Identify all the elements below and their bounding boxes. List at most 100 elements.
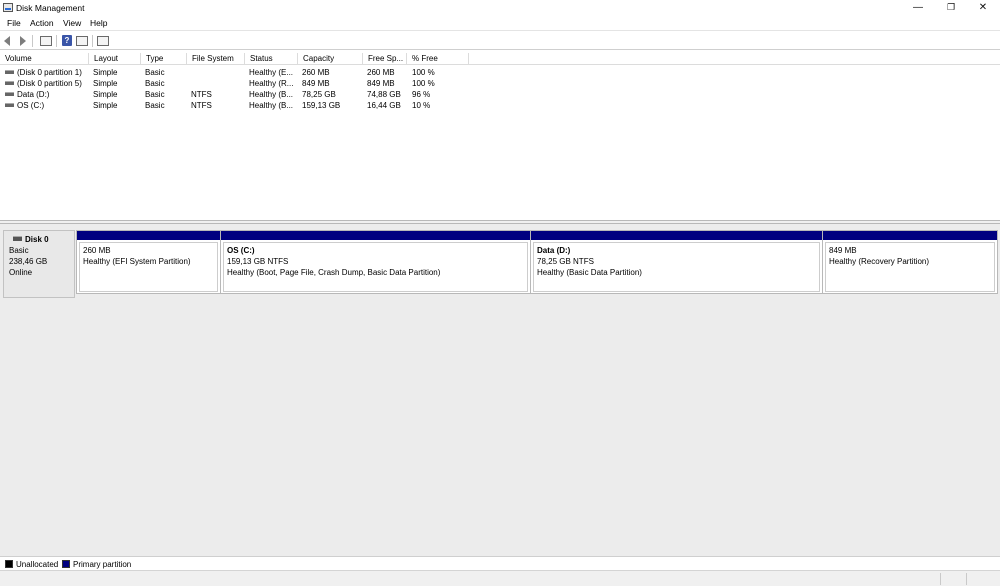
partition-size: 849 MB (829, 246, 857, 255)
disk-name-line: Disk 0 (9, 234, 74, 245)
col-status[interactable]: Status (245, 53, 298, 65)
col-type[interactable]: Type (141, 53, 187, 65)
col-volume[interactable]: Volume (0, 53, 89, 65)
volume-icon (5, 92, 14, 96)
volume-name-text: (Disk 0 partition 5) (17, 79, 82, 88)
primary-partition-bar (221, 231, 530, 240)
status-bar (0, 570, 1000, 586)
back-arrow-icon[interactable] (4, 36, 10, 46)
partition-size: 159,13 GB NTFS (227, 257, 289, 266)
status-bar-separator (966, 573, 967, 585)
help-icon[interactable]: ? (62, 35, 72, 46)
volume-list-header: Volume Layout Type File System Status Ca… (0, 53, 1000, 65)
col-capacity[interactable]: Capacity (298, 53, 363, 65)
volume-name-text: Data (D:) (17, 90, 50, 99)
disk-icon (13, 236, 22, 241)
partition-data-d[interactable]: Data (D:) 78,25 GB NTFS Healthy (Basic D… (531, 231, 823, 293)
volume-list[interactable]: Volume Layout Type File System Status Ca… (0, 51, 1000, 221)
disk-management-app-icon (3, 3, 13, 12)
partition-os-c[interactable]: OS (C:) 159,13 GB NTFS Healthy (Boot, Pa… (221, 231, 531, 293)
volume-icon (5, 81, 14, 85)
menu-bar: File Action View Help (0, 16, 1000, 30)
volume-status: Healthy (B... (249, 90, 294, 99)
partition-body: Data (D:) 78,25 GB NTFS Healthy (Basic D… (533, 242, 820, 292)
disk-type: Basic (9, 246, 29, 255)
toolbar-separator (56, 35, 57, 47)
disk-management-window: Disk Management — ❐ ✕ File Action View H… (0, 0, 1000, 586)
volume-free-space: 74,88 GB (367, 90, 401, 99)
col-percent-free[interactable]: % Free (407, 53, 469, 65)
disk-size: 238,46 GB (9, 257, 48, 266)
volume-status: Healthy (B... (249, 101, 294, 110)
volume-row[interactable]: Data (D:) Simple Basic NTFS Healthy (B..… (0, 89, 1000, 100)
volume-layout: Simple (93, 68, 118, 77)
col-file-system[interactable]: File System (187, 53, 245, 65)
partition-body: OS (C:) 159,13 GB NTFS Healthy (Boot, Pa… (223, 242, 528, 292)
disk-state: Online (9, 268, 33, 277)
volume-name: (Disk 0 partition 5) (5, 78, 89, 89)
title-bar: Disk Management — ❐ ✕ (0, 0, 1000, 16)
volume-row[interactable]: (Disk 0 partition 1) Simple Basic Health… (0, 67, 1000, 78)
partition-status: Healthy (Basic Data Partition) (537, 268, 642, 277)
partition-efi[interactable]: 260 MB Healthy (EFI System Partition) (77, 231, 221, 293)
volume-capacity: 849 MB (302, 79, 330, 88)
volume-icon (5, 70, 14, 74)
primary-partition-bar (531, 231, 822, 240)
volume-name: OS (C:) (5, 100, 89, 111)
volume-type: Basic (145, 101, 165, 110)
disk-name: Disk 0 (25, 235, 49, 244)
volume-capacity: 260 MB (302, 68, 330, 77)
partition-status: Healthy (Boot, Page File, Crash Dump, Ba… (227, 268, 441, 277)
partition-size: 78,25 GB NTFS (537, 257, 594, 266)
status-bar-separator (940, 573, 941, 585)
forward-arrow-icon[interactable] (20, 36, 26, 46)
graphical-disk-view[interactable]: Disk 0 Basic 238,46 GB Online 260 MB Hea… (0, 224, 1000, 556)
volume-layout: Simple (93, 79, 118, 88)
maximize-button[interactable]: ❐ (935, 0, 967, 16)
console-view-icon[interactable] (97, 36, 109, 46)
legend-bar: Unallocated Primary partition (0, 556, 1000, 570)
volume-layout: Simple (93, 90, 118, 99)
volume-percent-free: 100 % (412, 68, 435, 77)
volume-row[interactable]: (Disk 0 partition 5) Simple Basic Health… (0, 78, 1000, 89)
volume-capacity: 78,25 GB (302, 90, 336, 99)
primary-partition-swatch (62, 560, 70, 568)
volume-capacity: 159,13 GB (302, 101, 341, 110)
volume-percent-free: 96 % (412, 90, 431, 99)
partition-name: OS (C:) (227, 246, 255, 255)
volume-file-system: NTFS (191, 101, 212, 110)
toolbar: ? (0, 30, 1000, 50)
partition-status: Healthy (Recovery Partition) (829, 257, 930, 266)
volume-free-space: 16,44 GB (367, 101, 401, 110)
unallocated-swatch (5, 560, 13, 568)
menu-view[interactable]: View (63, 18, 81, 28)
partition-size: 260 MB (83, 246, 111, 255)
legend-unallocated: Unallocated (16, 560, 59, 569)
volume-type: Basic (145, 79, 165, 88)
volume-percent-free: 100 % (412, 79, 435, 88)
close-button[interactable]: ✕ (967, 0, 999, 16)
legend-primary-partition: Primary partition (73, 560, 132, 569)
volume-row[interactable]: OS (C:) Simple Basic NTFS Healthy (B... … (0, 100, 1000, 111)
volume-status: Healthy (E... (249, 68, 294, 77)
col-free-space[interactable]: Free Sp... (363, 53, 407, 65)
volume-free-space: 260 MB (367, 68, 395, 77)
partition-body: 849 MB Healthy (Recovery Partition) (825, 242, 995, 292)
menu-help[interactable]: Help (90, 18, 107, 28)
disk-0-label[interactable]: Disk 0 Basic 238,46 GB Online (3, 230, 75, 298)
primary-partition-bar (823, 231, 997, 240)
partition-body: 260 MB Healthy (EFI System Partition) (79, 242, 218, 292)
col-layout[interactable]: Layout (89, 53, 141, 65)
disk-0-partitions: 260 MB Healthy (EFI System Partition) OS… (76, 230, 998, 294)
show-hide-console-tree-icon[interactable] (40, 36, 52, 46)
partition-recovery[interactable]: 849 MB Healthy (Recovery Partition) (823, 231, 997, 293)
menu-action[interactable]: Action (30, 18, 54, 28)
minimize-button[interactable]: — (902, 0, 934, 16)
partition-name: Data (D:) (537, 246, 571, 255)
properties-icon[interactable] (76, 36, 88, 46)
volume-name-text: (Disk 0 partition 1) (17, 68, 82, 77)
menu-file[interactable]: File (7, 18, 21, 28)
volume-status: Healthy (R... (249, 79, 294, 88)
volume-name: Data (D:) (5, 89, 89, 100)
volume-name: (Disk 0 partition 1) (5, 67, 89, 78)
